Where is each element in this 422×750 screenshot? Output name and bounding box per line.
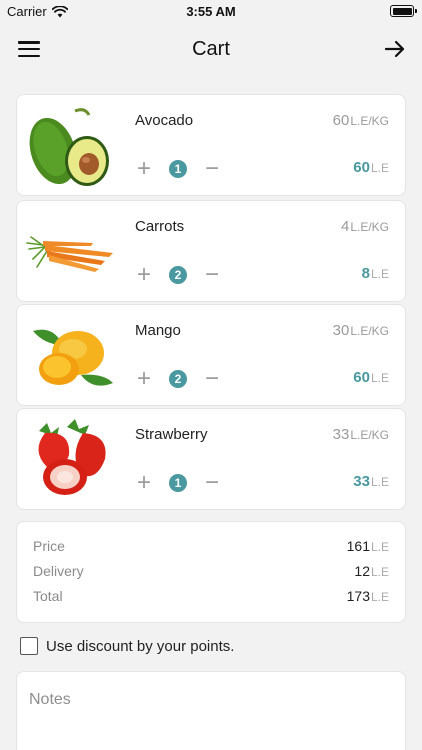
- mango-image: [33, 329, 113, 386]
- notes-input[interactable]: [29, 691, 393, 750]
- unit-price: 4L.E/KG: [340, 218, 389, 235]
- strawberry-image: [38, 419, 106, 495]
- status-bar: Carrier 3:55 AM: [0, 0, 422, 22]
- discount-label: Use discount by your points.: [46, 637, 235, 655]
- line-total: 8L.E: [361, 265, 389, 282]
- total-label: Total: [33, 588, 63, 604]
- minus-icon[interactable]: −: [203, 263, 221, 287]
- price-value: 161L.E: [346, 538, 389, 554]
- quantity-badge: 1: [169, 160, 187, 178]
- total-value: 173L.E: [346, 588, 389, 604]
- delivery-label: Delivery: [33, 563, 84, 579]
- summary-total-row: Total 173L.E: [33, 588, 389, 608]
- delivery-value: 12L.E: [354, 563, 389, 579]
- minus-icon[interactable]: −: [203, 157, 221, 181]
- plus-icon[interactable]: +: [135, 367, 153, 391]
- price-label: Price: [33, 538, 65, 554]
- quantity-badge: 2: [169, 266, 187, 284]
- plus-icon[interactable]: +: [135, 471, 153, 495]
- quantity-stepper: + 1 −: [135, 471, 221, 495]
- quantity-badge: 1: [169, 474, 187, 492]
- quantity-stepper: + 1 −: [135, 157, 221, 181]
- cart-item: Mango 30L.E/KG + 2 − 60L.E: [16, 304, 406, 406]
- line-total: 33L.E: [353, 473, 389, 490]
- status-time: 3:55 AM: [186, 4, 236, 19]
- minus-icon[interactable]: −: [203, 471, 221, 495]
- cart-item: Carrots 4L.E/KG + 2 − 8L.E: [16, 200, 406, 302]
- item-name: Avocado: [135, 112, 194, 129]
- unit-price: 33L.E/KG: [332, 426, 389, 443]
- quantity-stepper: + 2 −: [135, 263, 221, 287]
- summary-price-row: Price 161L.E: [33, 538, 389, 558]
- order-summary: Price 161L.E Delivery 12L.E Total 173L.E: [16, 521, 406, 623]
- plus-icon[interactable]: +: [135, 157, 153, 181]
- line-total: 60L.E: [353, 159, 389, 176]
- quantity-stepper: + 2 −: [135, 367, 221, 391]
- cart-item: Strawberry 33L.E/KG + 1 − 33L.E: [16, 408, 406, 510]
- line-total: 60L.E: [353, 369, 389, 386]
- discount-checkbox[interactable]: [20, 637, 38, 655]
- quantity-badge: 2: [169, 370, 187, 388]
- arrow-right-icon[interactable]: [382, 36, 408, 62]
- minus-icon[interactable]: −: [203, 367, 221, 391]
- discount-checkbox-row[interactable]: Use discount by your points.: [20, 637, 234, 655]
- unit-price: 60L.E/KG: [332, 112, 389, 129]
- battery-icon: [390, 5, 417, 17]
- item-name: Carrots: [135, 218, 185, 235]
- avocado-image: [29, 108, 109, 186]
- plus-icon[interactable]: +: [135, 263, 153, 287]
- summary-delivery-row: Delivery 12L.E: [33, 563, 389, 583]
- carrots-image: [26, 236, 113, 272]
- notes-card: [16, 671, 406, 750]
- cart-item: Avocado 60L.E/KG + 1 − 60L.E: [16, 94, 406, 196]
- unit-price: 30L.E/KG: [332, 322, 389, 339]
- page-title: Cart: [192, 38, 230, 60]
- item-name: Strawberry: [135, 426, 208, 443]
- nav-bar: Cart: [0, 22, 422, 78]
- item-name: Mango: [135, 322, 181, 339]
